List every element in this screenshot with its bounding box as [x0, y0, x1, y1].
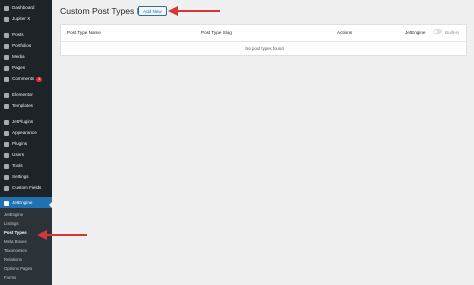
- column-header-jetengine: JetEngine: [405, 30, 426, 35]
- dashboard-icon: [4, 6, 9, 11]
- brush-icon: [4, 131, 9, 136]
- admin-sidebar: Dashboard Jupiter X Posts Portfolios Med…: [0, 0, 52, 285]
- column-header-built-in: Built-in: [445, 30, 460, 35]
- jupiterx-icon: [4, 17, 9, 22]
- jetengine-submenu: JetEngine Listings Post Types Meta Boxes…: [0, 208, 52, 285]
- menu-label: Jupiter X: [12, 16, 31, 22]
- menu-label: Elementor: [12, 92, 33, 98]
- submenu-item-options-pages[interactable]: Options Pages: [4, 266, 32, 271]
- submenu-item-jetengine[interactable]: JetEngine: [4, 212, 23, 217]
- submenu-item-listings[interactable]: Listings: [4, 221, 19, 226]
- cloud-icon: [4, 200, 9, 206]
- menu-label: Dashboard: [12, 5, 35, 11]
- submenu-item-forms[interactable]: Forms: [4, 275, 16, 280]
- comment-icon: [4, 77, 9, 82]
- menu-item-tools[interactable]: Tools: [0, 161, 52, 172]
- menu-item-media[interactable]: Media: [0, 52, 52, 63]
- menu-item-comments[interactable]: Comments 1: [0, 74, 52, 85]
- menu-label: Appearance: [12, 130, 37, 136]
- menu-label: JetPlugins: [12, 119, 34, 125]
- column-header-post-type-slug[interactable]: Post Type Slug: [201, 30, 232, 35]
- menu-item-users[interactable]: Users: [0, 150, 52, 161]
- annotation-arrow-add-new: [168, 6, 220, 16]
- menu-item-elementor[interactable]: Elementor: [0, 90, 52, 101]
- menu-item-dashboard[interactable]: Dashboard: [0, 3, 52, 14]
- user-icon: [4, 153, 9, 158]
- post-types-table: Post Type Name Post Type Slug Actions Je…: [60, 24, 468, 56]
- menu-item-settings[interactable]: Settings: [0, 172, 52, 183]
- submenu-item-post-types[interactable]: Post Types: [4, 230, 27, 235]
- menu-item-portfolios[interactable]: Portfolios: [0, 41, 52, 52]
- submenu-item-taxonomies[interactable]: Taxonomies: [4, 248, 27, 253]
- jetplugins-icon: [4, 120, 9, 125]
- menu-label: Templates: [12, 103, 33, 109]
- menu-label: Media: [12, 54, 25, 60]
- empty-table-message: No post types found: [245, 46, 284, 51]
- elementor-icon: [4, 93, 9, 98]
- menu-label: JetEngine: [12, 199, 33, 205]
- menu-label: Users: [12, 152, 24, 158]
- media-icon: [4, 55, 9, 60]
- fields-icon: [4, 186, 9, 191]
- menu-item-pages[interactable]: Pages: [0, 63, 52, 74]
- pin-icon: [4, 33, 9, 38]
- comment-count-badge: 1: [36, 77, 43, 82]
- plugin-icon: [4, 142, 9, 147]
- page-title: Custom Post Types List: [60, 6, 151, 16]
- column-header-post-type-name[interactable]: Post Type Name: [67, 30, 101, 35]
- menu-item-plugins[interactable]: Plugins: [0, 139, 52, 150]
- menu-item-custom-fields[interactable]: Custom Fields: [0, 183, 52, 194]
- menu-label: Posts: [12, 32, 24, 38]
- menu-label: Tools: [12, 163, 23, 169]
- menu-item-posts[interactable]: Posts: [0, 30, 52, 41]
- menu-label: Custom Fields: [12, 185, 42, 191]
- menu-label: Plugins: [12, 141, 28, 147]
- submenu-item-meta-boxes[interactable]: Meta Boxes: [4, 239, 27, 244]
- column-header-actions: Actions: [337, 30, 353, 35]
- menu-item-templates[interactable]: Templates: [0, 101, 52, 112]
- menu-label: Comments: [12, 76, 35, 82]
- menu-label: Settings: [12, 174, 29, 180]
- settings-icon: [4, 175, 9, 180]
- menu-item-appearance[interactable]: Appearance: [0, 128, 52, 139]
- toggle-knob: [434, 30, 437, 33]
- annotation-arrow-post-types: [37, 230, 87, 240]
- menu-label: Portfolios: [12, 43, 32, 49]
- menu-item-jupiterx[interactable]: Jupiter X: [0, 14, 52, 25]
- page-icon: [4, 66, 9, 71]
- menu-label: Pages: [12, 65, 26, 71]
- submenu-item-relations[interactable]: Relations: [4, 257, 22, 262]
- portfolio-icon: [4, 44, 9, 49]
- add-new-button[interactable]: Add New: [138, 6, 167, 16]
- folder-icon: [4, 104, 9, 109]
- wrench-icon: [4, 164, 9, 169]
- menu-item-jetplugins[interactable]: JetPlugins: [0, 117, 52, 128]
- table-divider: [61, 41, 468, 42]
- built-in-toggle[interactable]: [433, 29, 442, 34]
